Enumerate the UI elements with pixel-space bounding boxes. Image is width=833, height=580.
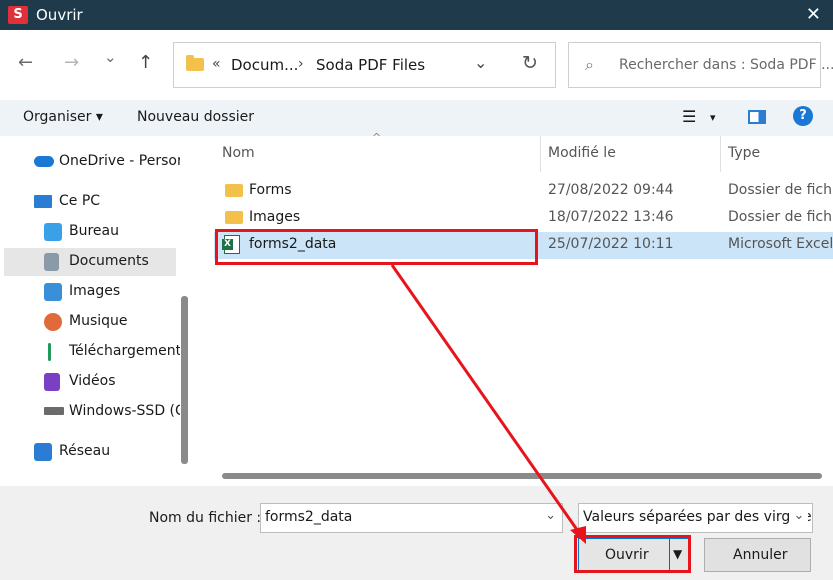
sidebar-item-music[interactable]: Musique <box>40 308 180 336</box>
column-header-type[interactable]: Type <box>728 145 760 161</box>
file-row-images[interactable]: Images 18/07/2022 13:46 Dossier de fichi <box>214 205 833 232</box>
videos-icon <box>44 373 60 391</box>
column-divider[interactable] <box>540 136 541 172</box>
sidebar-item-this-pc[interactable]: Ce PC <box>30 188 180 216</box>
folder-icon <box>186 55 204 71</box>
sidebar-item-onedrive[interactable]: OneDrive - Persor <box>30 148 180 176</box>
sidebar-item-label: Ce PC <box>59 193 101 209</box>
file-highlight-box <box>215 229 538 265</box>
filename-value: forms2_data <box>265 509 353 525</box>
filetype-dropdown-icon[interactable]: ⌄ <box>790 508 808 523</box>
organize-menu-button[interactable]: Organiser ▾ <box>23 109 103 125</box>
folder-icon <box>225 184 243 197</box>
sidebar-item-network[interactable]: Réseau <box>30 438 180 466</box>
filename-dropdown-icon[interactable]: ⌄ <box>545 508 556 523</box>
filetype-select[interactable]: Valeurs séparées par des virgule ⌄ <box>578 503 813 533</box>
breadcrumb-overflow-icon[interactable]: « <box>212 56 221 72</box>
sidebar-item-desktop[interactable]: Bureau <box>40 218 180 246</box>
sidebar-item-pictures[interactable]: Images <box>40 278 180 306</box>
cancel-button[interactable]: Annuler <box>704 538 811 572</box>
download-icon <box>48 343 51 361</box>
pictures-icon <box>44 283 62 301</box>
cancel-button-label: Annuler <box>733 547 788 563</box>
forward-arrow-icon[interactable]: → <box>64 52 79 73</box>
filename-input[interactable]: forms2_data ⌄ <box>260 503 563 533</box>
sidebar-item-downloads[interactable]: Téléchargement <box>40 338 180 366</box>
filename-label: Nom du fichier : <box>149 510 262 526</box>
close-icon[interactable]: ✕ <box>806 4 821 25</box>
search-icon: ⌕ <box>585 55 594 74</box>
documents-icon <box>44 253 59 271</box>
folder-icon <box>225 211 243 224</box>
open-button-highlight-box <box>574 535 691 573</box>
file-modified: 25/07/2022 10:11 <box>548 236 674 252</box>
dialog-footer: Nom du fichier : forms2_data ⌄ Valeurs s… <box>0 486 833 580</box>
file-row-forms[interactable]: Forms 27/08/2022 09:44 Dossier de fichi <box>214 178 833 205</box>
column-header-name[interactable]: Nom <box>222 145 255 161</box>
sidebar-item-windows-ssd[interactable]: Windows-SSD (C <box>40 398 180 426</box>
refresh-icon[interactable]: ↻ <box>522 52 538 74</box>
title-bar: S Ouvrir ✕ <box>0 0 833 30</box>
search-box[interactable]: ⌕ Rechercher dans : Soda PDF ... <box>568 42 833 88</box>
command-bar: Organiser ▾ Nouveau dossier ☰ ▾ ? <box>0 100 833 136</box>
help-icon[interactable]: ? <box>793 106 813 126</box>
computer-icon <box>34 195 52 208</box>
dialog-title: Ouvrir <box>36 6 83 24</box>
sidebar-item-label: Téléchargement <box>69 343 180 359</box>
navigation-bar: ← → ⌄ ↑ « Docum... › Soda PDF Files ⌄ ↻ … <box>0 30 833 100</box>
search-placeholder: Rechercher dans : Soda PDF ... <box>619 57 833 73</box>
back-arrow-icon[interactable]: ← <box>18 52 33 73</box>
sidebar-item-label: Documents <box>69 253 149 269</box>
navigation-pane: OneDrive - Persor Ce PC Bureau Documents… <box>0 136 192 486</box>
sidebar-item-label: Windows-SSD (C <box>69 403 180 419</box>
horizontal-scrollbar[interactable] <box>222 473 822 479</box>
breadcrumb-documents[interactable]: Docum... <box>231 56 298 74</box>
preview-pane-icon[interactable] <box>748 110 766 124</box>
filetype-value: Valeurs séparées par des virgule <box>583 509 812 525</box>
network-icon <box>34 443 52 461</box>
file-list: ^ Nom Modifié le Type Forms 27/08/2022 0… <box>200 131 833 486</box>
drive-icon <box>44 407 64 415</box>
sidebar-item-label: Réseau <box>59 443 111 459</box>
sidebar-item-label: Bureau <box>69 223 119 239</box>
up-arrow-icon[interactable]: ↑ <box>138 52 153 73</box>
sort-ascending-icon: ^ <box>372 131 382 144</box>
recent-locations-chevron-icon[interactable]: ⌄ <box>104 48 117 66</box>
column-divider[interactable] <box>720 136 721 172</box>
soda-pdf-app-icon: S <box>8 6 28 24</box>
column-header-modified[interactable]: Modifié le <box>548 145 616 161</box>
breadcrumb-separator-icon: › <box>298 56 304 72</box>
file-type: Microsoft Excel <box>728 236 833 252</box>
sidebar-item-documents[interactable]: Documents <box>4 248 176 276</box>
view-options-dropdown-icon[interactable]: ▾ <box>710 111 716 124</box>
file-modified: 27/08/2022 09:44 <box>548 182 674 198</box>
sidebar-scrollbar[interactable] <box>181 296 188 464</box>
address-dropdown-icon[interactable]: ⌄ <box>474 53 487 72</box>
view-options-icon[interactable]: ☰ <box>682 107 696 126</box>
desktop-icon <box>44 223 62 241</box>
file-type: Dossier de fichi <box>728 182 833 198</box>
file-modified: 18/07/2022 13:46 <box>548 209 674 225</box>
address-bar[interactable]: « Docum... › Soda PDF Files ⌄ ↻ <box>173 42 556 88</box>
sidebar-item-label: OneDrive - Persor <box>59 153 180 169</box>
cloud-icon <box>34 156 54 167</box>
file-name: Forms <box>249 182 292 198</box>
file-name: Images <box>249 209 301 225</box>
breadcrumb-soda-pdf-files[interactable]: Soda PDF Files <box>316 56 425 74</box>
file-type: Dossier de fichi <box>728 209 833 225</box>
new-folder-button[interactable]: Nouveau dossier <box>137 109 254 125</box>
sidebar-item-label: Musique <box>69 313 128 329</box>
sidebar-item-videos[interactable]: Vidéos <box>40 368 180 396</box>
sidebar-item-label: Images <box>69 283 121 299</box>
sidebar-item-label: Vidéos <box>69 373 116 389</box>
music-icon <box>44 313 62 331</box>
